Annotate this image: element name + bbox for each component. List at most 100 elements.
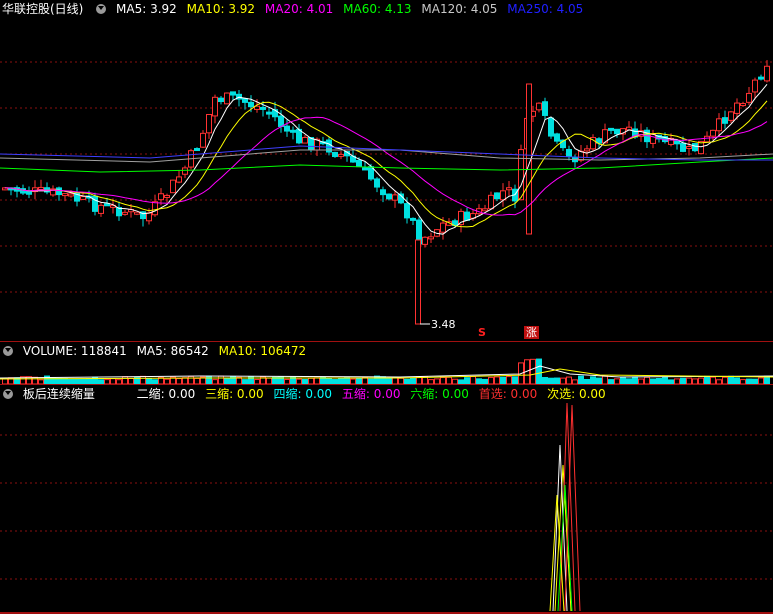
volume-bar — [446, 376, 452, 384]
signal-zhang: 涨 — [524, 326, 539, 339]
candle-body — [26, 190, 32, 195]
candle-body — [734, 102, 740, 114]
volume-bar — [704, 375, 710, 384]
ma20-label: MA20: 4.01 — [264, 2, 334, 16]
volume-ma10-label: MA10: 106472 — [218, 344, 307, 358]
volume-bar — [602, 375, 608, 384]
candle-body — [146, 212, 152, 222]
price-panel[interactable]: 华联控股(日线) MA5: 3.92 MA10: 3.92 MA20: 4.01… — [0, 0, 773, 341]
volume-bar — [728, 375, 734, 384]
candle-body — [578, 150, 584, 161]
volume-panel[interactable]: VOLUME: 118841 MA5: 86542 MA10: 106472 — [0, 341, 773, 384]
volume-bar — [32, 376, 38, 384]
candlestick-chart[interactable] — [0, 0, 773, 341]
candle-body — [716, 118, 722, 132]
volume-bar — [512, 376, 518, 384]
candle-body — [440, 222, 446, 233]
volume-bar — [140, 375, 146, 384]
candle-body — [404, 203, 410, 219]
indicator-sanso: 三缩: 0.00 — [205, 387, 264, 401]
indicator-erso: 二缩: 0.00 — [136, 387, 196, 401]
ma10-label: MA10: 3.92 — [186, 2, 256, 16]
candle-body — [518, 149, 524, 201]
candle-body — [80, 196, 86, 200]
candle-body — [692, 143, 698, 152]
candle-body — [122, 211, 128, 215]
indicator-spike-4 — [564, 404, 581, 612]
collapse-arrow-icon[interactable] — [3, 346, 13, 356]
indicator-cixuan: 次选: 0.00 — [547, 387, 606, 401]
candle-body — [728, 111, 734, 121]
volume-bar — [590, 376, 596, 384]
volume-bar — [644, 376, 650, 384]
candle-body — [374, 178, 380, 188]
candle-body — [536, 102, 542, 111]
low-candle-body — [415, 239, 421, 325]
volume-bar — [506, 376, 512, 384]
candle-body — [206, 113, 212, 134]
candle-body — [566, 148, 572, 157]
candle-body — [224, 92, 230, 105]
candle-body — [194, 148, 200, 152]
candle-body — [284, 125, 290, 132]
indicator-panel[interactable]: 板后连续缩量 二缩: 0.00 三缩: 0.00 四缩: 0.00 五缩: 0.… — [0, 384, 773, 614]
candle-body — [356, 159, 362, 168]
candle-body — [380, 189, 386, 196]
candle-body — [152, 201, 158, 216]
volume-bar — [722, 376, 728, 384]
candle-body — [704, 135, 710, 143]
collapse-arrow-icon[interactable] — [3, 389, 13, 399]
candle-body — [482, 208, 488, 212]
candle-body — [386, 193, 392, 200]
candle-body — [170, 179, 176, 194]
indicator-wuso: 五缩: 0.00 — [341, 387, 401, 401]
candle-body — [242, 98, 248, 103]
candle-body — [38, 186, 44, 190]
candle-body — [158, 193, 164, 201]
indicator-siso: 四缩: 0.00 — [273, 387, 333, 401]
candle-body — [278, 115, 284, 127]
volume-bar — [470, 376, 476, 384]
candle-body — [710, 129, 716, 137]
candle-body — [758, 76, 764, 80]
candle-body — [764, 65, 770, 82]
volume-bar — [500, 376, 506, 384]
ma60-label: MA60: 4.13 — [343, 2, 412, 16]
candle-body — [500, 190, 506, 201]
collapse-arrow-icon[interactable] — [96, 4, 107, 14]
candle-body — [422, 236, 428, 245]
candle-body — [182, 167, 188, 175]
volume-bar — [578, 375, 584, 384]
volume-bar — [122, 376, 128, 384]
candle-body — [650, 133, 656, 144]
indicator-shouxuan: 首选: 0.00 — [478, 387, 538, 401]
candle-body — [410, 217, 416, 221]
candle-body — [248, 101, 254, 108]
candle-body — [62, 193, 68, 197]
candle-body — [686, 146, 692, 150]
signal-s: S — [478, 326, 486, 339]
volume-ma5-line — [0, 365, 773, 379]
candle-body — [506, 187, 512, 191]
candle-body — [266, 111, 272, 115]
indicator-header: 板后连续缩量 二缩: 0.00 三缩: 0.00 四缩: 0.00 五缩: 0.… — [0, 385, 612, 403]
ma5-label: MA5: 3.92 — [116, 2, 177, 16]
candle-body — [218, 97, 224, 103]
volume-bar — [536, 358, 542, 384]
candle-body — [362, 167, 368, 171]
candle-body — [680, 142, 686, 152]
candle-body — [68, 193, 74, 197]
candle-body — [302, 136, 308, 144]
volume-ma5-label: MA5: 86542 — [136, 344, 209, 358]
volume-bar — [566, 376, 572, 384]
candle-body — [176, 176, 182, 183]
candle-body — [554, 133, 560, 142]
candle-body — [98, 204, 104, 214]
candle-body — [608, 127, 614, 131]
indicator-title: 板后连续缩量 — [22, 387, 95, 401]
candle-body — [56, 187, 62, 196]
candle-body — [104, 203, 110, 207]
volume-bar — [488, 376, 494, 384]
candle-body — [164, 194, 170, 198]
indicator-chart[interactable] — [0, 385, 773, 614]
